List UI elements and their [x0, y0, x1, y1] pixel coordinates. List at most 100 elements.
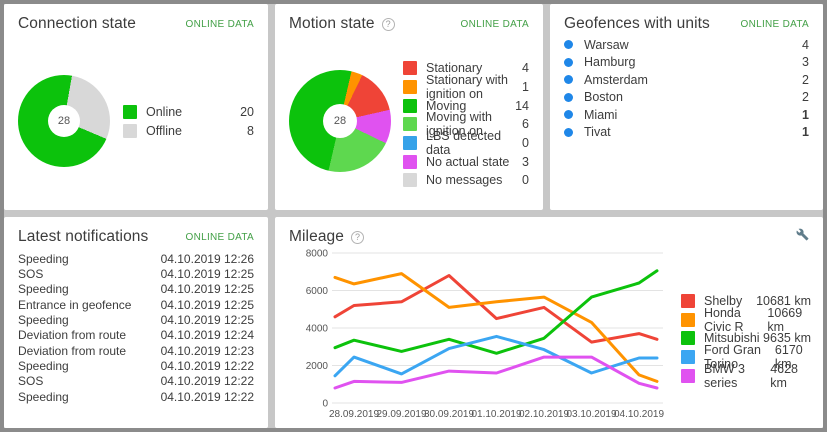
- legend-value: 6: [522, 117, 529, 131]
- legend-label: No messages: [426, 173, 502, 187]
- geofence-row[interactable]: Amsterdam2: [564, 71, 809, 89]
- legend-value: 20: [240, 105, 254, 119]
- geofence-name: Amsterdam: [584, 73, 648, 87]
- motion-legend: Stationary4Stationary with ignition on1M…: [403, 59, 529, 190]
- notification-type: SOS: [18, 374, 43, 388]
- notification-type: Speeding: [18, 359, 69, 373]
- legend-swatch: [123, 124, 137, 138]
- y-axis-tick-label: 0: [322, 399, 328, 410]
- online-data-link[interactable]: ONLINE DATA: [186, 232, 255, 243]
- legend-label: Offline: [146, 124, 182, 138]
- x-axis-tick-label: 03.10.2019: [566, 409, 616, 420]
- notification-type: Speeding: [18, 282, 69, 296]
- x-axis-tick-label: 01.10.2019: [471, 409, 521, 420]
- geofence-row[interactable]: Hamburg 3: [564, 54, 809, 72]
- legend-item[interactable]: Online20: [123, 102, 254, 121]
- y-axis-tick-label: 6000: [306, 286, 329, 297]
- notification-timestamp: 04.10.2019 12:24: [161, 328, 254, 342]
- series-line-bmw-3-series[interactable]: [335, 357, 657, 388]
- geofence-dot-icon: [564, 40, 573, 49]
- panel-header: Geofences with units ONLINE DATA: [550, 4, 823, 33]
- geofence-dot-icon: [564, 75, 573, 84]
- notification-type: Speeding: [18, 313, 69, 327]
- geofence-unit-count: 3: [802, 55, 809, 69]
- legend-item[interactable]: BMW 3 series4628 km: [681, 366, 811, 385]
- online-data-link[interactable]: ONLINE DATA: [186, 19, 255, 30]
- notification-timestamp: 04.10.2019 12:25: [161, 282, 254, 296]
- geofence-row[interactable]: Boston2: [564, 89, 809, 107]
- notification-timestamp: 04.10.2019 12:26: [161, 252, 254, 266]
- legend-swatch: [681, 350, 695, 364]
- panel-header: Connection state ONLINE DATA: [4, 4, 268, 33]
- help-icon[interactable]: ?: [382, 18, 395, 31]
- mileage-legend: Shelby10681 kmHonda Civic R10669 kmMitsu…: [681, 292, 811, 385]
- connection-legend: Online20 Offline 8: [123, 102, 254, 140]
- panel-notifications: Latest notifications ONLINE DATA Speedin…: [4, 217, 268, 428]
- notification-row[interactable]: Speeding 04.10.2019 12:25: [18, 312, 254, 327]
- notification-timestamp: 04.10.2019 12:23: [161, 344, 254, 358]
- legend-value: 8: [247, 124, 254, 138]
- notification-type: Speeding: [18, 252, 69, 266]
- panel-title: Motion state: [289, 15, 375, 33]
- legend-value: 1: [522, 80, 529, 94]
- dashboard: Connection state ONLINE DATA 28 Online20…: [0, 0, 827, 432]
- geofence-name: Hamburg: [584, 55, 635, 69]
- motion-donut-chart[interactable]: 28: [289, 70, 391, 172]
- notification-row[interactable]: Speeding 04.10.2019 12:25: [18, 282, 254, 297]
- notification-row[interactable]: Speeding04.10.2019 12:22: [18, 358, 254, 373]
- geofence-unit-count: 1: [802, 125, 809, 139]
- notification-row[interactable]: Deviation from route 04.10.2019 12:23: [18, 343, 254, 358]
- y-axis-tick-label: 8000: [306, 249, 329, 260]
- legend-item[interactable]: Stationary with ignition on1: [403, 78, 529, 97]
- notification-row[interactable]: Speeding04.10.2019 12:22: [18, 389, 254, 404]
- geofence-dot-icon: [564, 128, 573, 137]
- panel-header: Motion state ? ONLINE DATA: [275, 4, 543, 33]
- notification-list: Speeding 04.10.2019 12:26 SOS 04.10.2019 12…: [18, 251, 254, 404]
- geofence-name: Miami: [584, 108, 617, 122]
- geofence-row[interactable]: Miami 1: [564, 106, 809, 124]
- geofence-row[interactable]: Warsaw4: [564, 36, 809, 54]
- online-data-link[interactable]: ONLINE DATA: [461, 19, 530, 30]
- connection-donut-chart[interactable]: 28: [18, 75, 110, 167]
- legend-value: 0: [522, 173, 529, 187]
- panel-title: Geofences with units: [564, 15, 710, 33]
- notification-type: Deviation from route: [18, 344, 126, 358]
- legend-label: LBS detected data: [426, 129, 522, 157]
- notification-timestamp: 04.10.2019 12:25: [161, 298, 254, 312]
- notification-row[interactable]: SOS 04.10.2019 12:25: [18, 266, 254, 281]
- notification-row[interactable]: Deviation from route 04.10.2019 12:24: [18, 328, 254, 343]
- legend-swatch: [403, 99, 417, 113]
- notification-type: SOS: [18, 267, 43, 281]
- x-axis-tick-label: 29.09.2019: [376, 409, 426, 420]
- panel-connection-state: Connection state ONLINE DATA 28 Online20…: [4, 4, 268, 210]
- notification-timestamp: 04.10.2019 12:22: [161, 390, 254, 404]
- notification-timestamp: 04.10.2019 12:25: [161, 313, 254, 327]
- legend-label: Honda Civic R: [704, 306, 767, 334]
- geofence-row[interactable]: Tivat 1: [564, 124, 809, 142]
- legend-swatch: [681, 294, 695, 308]
- legend-swatch: [681, 331, 695, 345]
- x-axis-tick-label: 04.10.2019: [614, 409, 664, 420]
- notification-row[interactable]: Entrance in geofence04.10.2019 12:25: [18, 297, 254, 312]
- legend-label: Stationary with ignition on: [426, 73, 522, 101]
- geofence-name: Tivat: [584, 125, 611, 139]
- geofence-dot-icon: [564, 93, 573, 102]
- notification-row[interactable]: Speeding 04.10.2019 12:26: [18, 251, 254, 266]
- notification-timestamp: 04.10.2019 12:22: [161, 374, 254, 388]
- notification-row[interactable]: SOS 04.10.2019 12:22: [18, 374, 254, 389]
- notification-type: Deviation from route: [18, 328, 126, 342]
- series-line-shelby[interactable]: [335, 276, 657, 343]
- legend-item[interactable]: Honda Civic R10669 km: [681, 311, 811, 330]
- geofence-dot-icon: [564, 110, 573, 119]
- legend-value: 0: [522, 136, 529, 150]
- notification-timestamp: 04.10.2019 12:25: [161, 267, 254, 281]
- legend-item[interactable]: No messages 0: [403, 171, 529, 190]
- panel-title: Latest notifications: [18, 228, 148, 246]
- legend-item[interactable]: Offline 8: [123, 121, 254, 140]
- geofence-unit-count: 1: [802, 108, 809, 122]
- geofence-unit-count: 2: [802, 90, 809, 104]
- legend-swatch: [403, 155, 417, 169]
- online-data-link[interactable]: ONLINE DATA: [741, 19, 810, 30]
- panel-header: Latest notifications ONLINE DATA: [4, 217, 268, 246]
- legend-item[interactable]: LBS detected data0: [403, 134, 529, 153]
